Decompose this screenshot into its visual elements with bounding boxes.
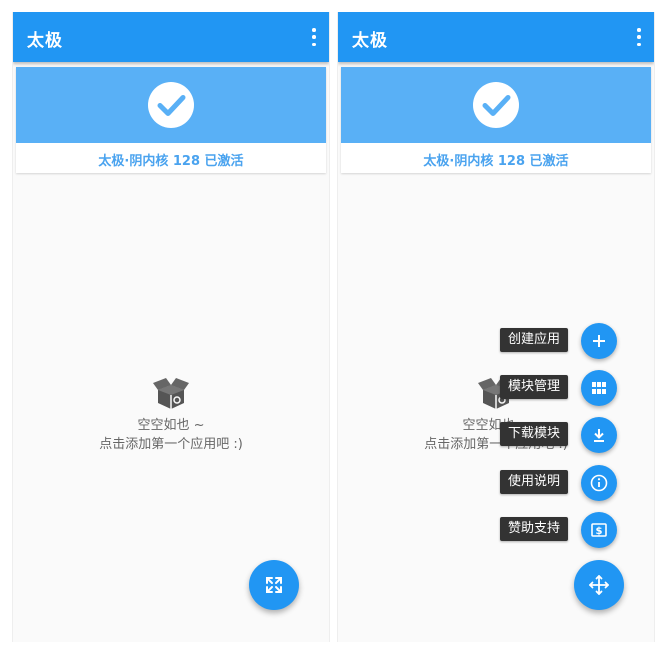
sponsor-label[interactable]: 赞助支持 — [499, 517, 568, 541]
module-manage-button[interactable] — [581, 370, 617, 406]
status-banner — [341, 67, 651, 143]
screen-left: 太极 太极·阴内核 128 已激活 空空如也 ~ 点击添加第一个应用吧 :) — [12, 12, 330, 642]
status-card: 太极·阴内核 128 已激活 — [16, 67, 326, 173]
speed-dial-sponsor[interactable]: 赞助支持 $ — [338, 510, 654, 550]
screen-right: 太极 太极·阴内核 128 已激活 空空如也 ~ 点击添加第一个应用吧 :) 创… — [337, 12, 655, 642]
grid-icon — [592, 382, 606, 394]
app-title: 太极 — [352, 31, 388, 51]
status-banner — [16, 67, 326, 143]
status-text: 太极·阴内核 128 已激活 — [98, 154, 244, 169]
status-text: 太极·阴内核 128 已激活 — [423, 154, 569, 169]
sponsor-button[interactable]: $ — [581, 512, 617, 548]
svg-text:$: $ — [596, 526, 603, 537]
more-vert-icon[interactable] — [636, 28, 642, 46]
check-circle-icon — [473, 82, 519, 128]
move-icon — [589, 575, 609, 595]
open-box-icon — [153, 378, 189, 409]
speed-dial-download-module[interactable]: 下载模块 — [338, 415, 654, 455]
money-icon: $ — [591, 523, 607, 537]
app-bar: 太极 — [338, 12, 654, 62]
module-manage-label[interactable]: 模块管理 — [499, 375, 568, 399]
download-module-label[interactable]: 下载模块 — [499, 422, 568, 446]
more-vert-icon[interactable] — [311, 28, 317, 46]
expand-icon — [266, 577, 282, 593]
create-app-label[interactable]: 创建应用 — [499, 328, 568, 352]
empty-subtitle: 点击添加第一个应用吧 :) — [99, 437, 243, 452]
speed-dial-create-app[interactable]: 创建应用 — [338, 321, 654, 361]
bottom-bar-edge — [13, 636, 329, 642]
instructions-label[interactable]: 使用说明 — [499, 470, 568, 494]
app-bar: 太极 — [13, 12, 329, 62]
speed-dial-module-manage[interactable]: 模块管理 — [338, 368, 654, 408]
download-module-button[interactable] — [581, 417, 617, 453]
status-card: 太极·阴内核 128 已激活 — [341, 67, 651, 173]
check-circle-icon — [148, 82, 194, 128]
expand-fab[interactable] — [249, 560, 299, 610]
app-title: 太极 — [27, 31, 63, 51]
download-icon — [594, 429, 604, 442]
plus-icon — [593, 335, 605, 347]
info-icon — [590, 474, 608, 492]
empty-state: 空空如也 ~ 点击添加第一个应用吧 :) — [13, 372, 329, 454]
speed-dial-instructions[interactable]: 使用说明 — [338, 463, 654, 503]
move-fab[interactable] — [574, 560, 624, 610]
create-app-button[interactable] — [581, 323, 617, 359]
empty-title: 空空如也 ~ — [137, 418, 205, 433]
bottom-bar-edge — [338, 636, 654, 642]
instructions-button[interactable] — [581, 465, 617, 501]
